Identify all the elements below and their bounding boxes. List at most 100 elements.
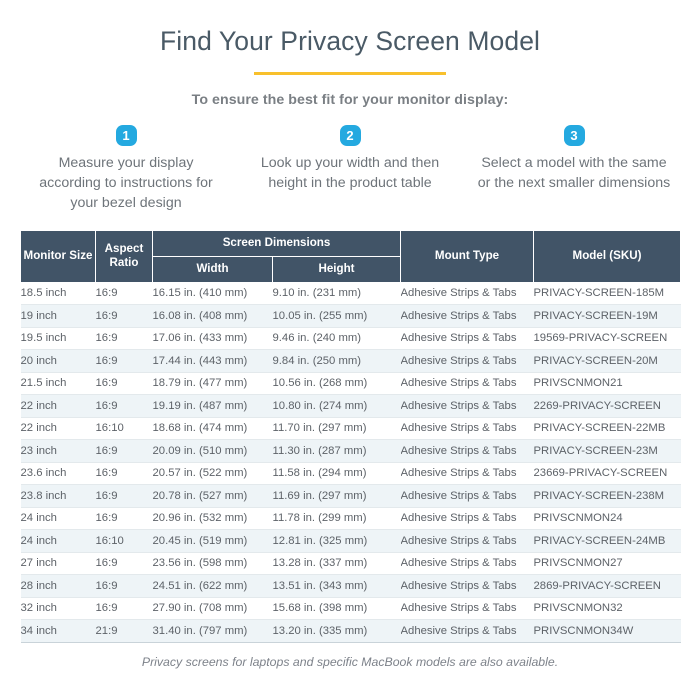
product-table-container: Monitor Size Aspect Ratio Screen Dimensi… [20,229,682,643]
cell-height: 9.84 in. (250 mm) [272,354,362,367]
cell-height: 11.69 in. (297 mm) [272,489,367,502]
cell-aspect-ratio: 16:9 [95,579,118,592]
page-title: Find Your Privacy Screen Model [159,26,541,56]
cell-mount-type: Adhesive Strips & Tabs [400,422,517,435]
cell-model-sku: PRIVACY-SCREEN-22MB [533,422,666,435]
cell-aspect-ratio: 16:9 [95,444,118,457]
cell-monitor-size: 19.5 inch [20,332,67,345]
cell-mount-type: Adhesive Strips & Tabs [400,309,517,322]
column-group-header-screen-dimensions: Screen Dimensions [151,229,402,257]
cell-mount-type: Adhesive Strips & Tabs [400,287,517,300]
cell-model-sku: PRIVSCNMON24 [533,512,623,525]
cell-height: 9.46 in. (240 mm) [272,332,362,345]
table-footnote: Privacy screens for laptops and specific… [141,654,559,669]
cell-height: 11.30 in. (287 mm) [272,444,367,457]
cell-monitor-size: 19 inch [20,309,57,322]
cell-monitor-size: 23.6 inch [20,467,67,480]
cell-width: 20.45 in. (519 mm) [152,534,248,547]
table-row: 23 inch 16:9 20.09 in. (510 mm) 11.30 in. (… [20,439,681,463]
cell-model-sku: PRIVSCNMON32 [533,602,623,615]
table-row: 22 inch 16:10 18.68 in. (474 mm) 11.70 in. … [20,417,681,440]
cell-mount-type: Adhesive Strips & Tabs [400,354,517,367]
cell-mount-type: Adhesive Strips & Tabs [400,624,517,637]
table-row: 21.5 inch 16:9 18.79 in. (477 mm) 10.56 in.… [20,372,681,395]
cell-model-sku: PRIVACY-SCREEN-185M [533,287,665,300]
cell-model-sku: PRIVSCNMON21 [533,377,623,390]
table-row: 24 inch 16:10 20.45 in. (519 mm) 12.81 in. … [20,529,681,553]
step-3-badge: 3 [563,125,585,147]
table-header-row-top: Monitor Size Aspect Ratio Screen Dimensi… [20,229,682,283]
cell-monitor-size: 24 inch [20,512,57,525]
cell-monitor-size: 24 inch [20,534,57,547]
table-row: 32 inch 16:9 27.90 in. (708 mm) 15.68 in. (… [20,597,681,620]
cell-aspect-ratio: 21:9 [95,624,118,637]
cell-width: 20.78 in. (527 mm) [152,489,248,502]
cell-aspect-ratio: 16:9 [95,377,118,390]
cell-model-sku: PRIVSCNMON27 [533,557,623,570]
cell-width: 27.90 in. (708 mm) [152,602,248,615]
column-header-monitor-size: Monitor Size [20,229,96,283]
table-row: 28 inch 16:9 24.51 in. (622 mm) 13.51 in. (… [20,574,681,598]
cell-height: 11.58 in. (294 mm) [272,467,367,480]
cell-width: 20.57 in. (522 mm) [152,467,248,480]
cell-monitor-size: 21.5 inch [20,377,67,390]
column-header-mount-type: Mount Type [400,229,535,283]
cell-height: 15.68 in. (398 mm) [272,602,368,615]
cell-aspect-ratio: 16:10 [95,422,124,435]
cell-width: 18.68 in. (474 mm) [152,422,248,435]
table-row: 34 inch 21:9 31.40 in. (797 mm) 13.20 in. (… [20,619,681,643]
cell-width: 23.56 in. (598 mm) [152,557,248,570]
cell-width: 20.09 in. (510 mm) [152,444,248,457]
cell-height: 10.80 in. (274 mm) [272,399,368,412]
column-header-width: Width [152,255,273,283]
cell-height: 10.56 in. (268 mm) [272,377,368,390]
table-row: 27 inch 16:9 23.56 in. (598 mm) 13.28 in. (… [20,552,681,575]
step-3: 3 Select a model with the same or the ne… [462,125,686,213]
cell-monitor-size: 23 inch [20,444,57,457]
cell-mount-type: Adhesive Strips & Tabs [400,534,517,547]
column-header-model-sku: Model (SKU) [533,229,682,283]
cell-aspect-ratio: 16:9 [95,287,118,300]
cell-width: 17.44 in. (443 mm) [152,354,248,367]
cell-mount-type: Adhesive Strips & Tabs [400,332,517,345]
cell-monitor-size: 22 inch [20,422,57,435]
cell-monitor-size: 20 inch [20,354,57,367]
step-2: 2 Look up your width and then height in … [238,125,462,213]
cell-model-sku: PRIVSCNMON34W [533,624,634,637]
cell-mount-type: Adhesive Strips & Tabs [400,377,517,390]
cell-height: 11.70 in. (297 mm) [272,422,367,435]
cell-model-sku: 19569-PRIVACY-SCREEN [533,332,668,345]
table-row: 24 inch 16:9 20.96 in. (532 mm) 11.78 in. (… [20,507,681,530]
title-divider-container [0,72,700,76]
table-row: 18.5 inch 16:9 16.15 in. (410 mm) 9.10 in. … [20,282,681,305]
step-3-text: Select a model with the same or the next… [477,155,671,192]
cell-width: 19.19 in. (487 mm) [152,399,248,412]
cell-width: 24.51 in. (622 mm) [152,579,248,592]
table-row: 23.6 inch 16:9 20.57 in. (522 mm) 11.58 in.… [20,462,681,485]
cell-mount-type: Adhesive Strips & Tabs [400,602,517,615]
cell-monitor-size: 22 inch [20,399,57,412]
cell-aspect-ratio: 16:10 [95,534,124,547]
page-subtitle: To ensure the best fit for your monitor … [191,92,509,109]
cell-width: 17.06 in. (433 mm) [152,332,248,345]
table-body: 18.5 inch 16:9 16.15 in. (410 mm) 9.10 in. … [20,282,681,643]
step-1-badge: 1 [115,125,137,147]
table-row: 19.5 inch 16:9 17.06 in. (433 mm) 9.46 in. … [20,327,681,350]
cell-aspect-ratio: 16:9 [95,399,118,412]
gold-divider [254,72,446,76]
cell-height: 12.81 in. (325 mm) [272,534,368,547]
cell-model-sku: 2269-PRIVACY-SCREEN [533,399,661,412]
cell-model-sku: PRIVACY-SCREEN-20M [533,354,658,367]
cell-monitor-size: 18.5 inch [20,287,67,300]
cell-aspect-ratio: 16:9 [95,467,118,480]
cell-width: 16.08 in. (408 mm) [152,309,248,322]
cell-height: 11.78 in. (299 mm) [272,512,367,525]
cell-mount-type: Adhesive Strips & Tabs [400,444,517,457]
column-header-height: Height [271,255,402,283]
cell-mount-type: Adhesive Strips & Tabs [400,399,517,412]
privacy-screen-model-guide: Find Your Privacy Screen Model To ensure… [0,0,700,700]
cell-height: 9.10 in. (231 mm) [272,287,362,300]
cell-aspect-ratio: 16:9 [95,557,118,570]
table-row: 20 inch 16:9 17.44 in. (443 mm) 9.84 in. (2… [20,349,681,373]
cell-height: 13.20 in. (335 mm) [272,624,368,637]
